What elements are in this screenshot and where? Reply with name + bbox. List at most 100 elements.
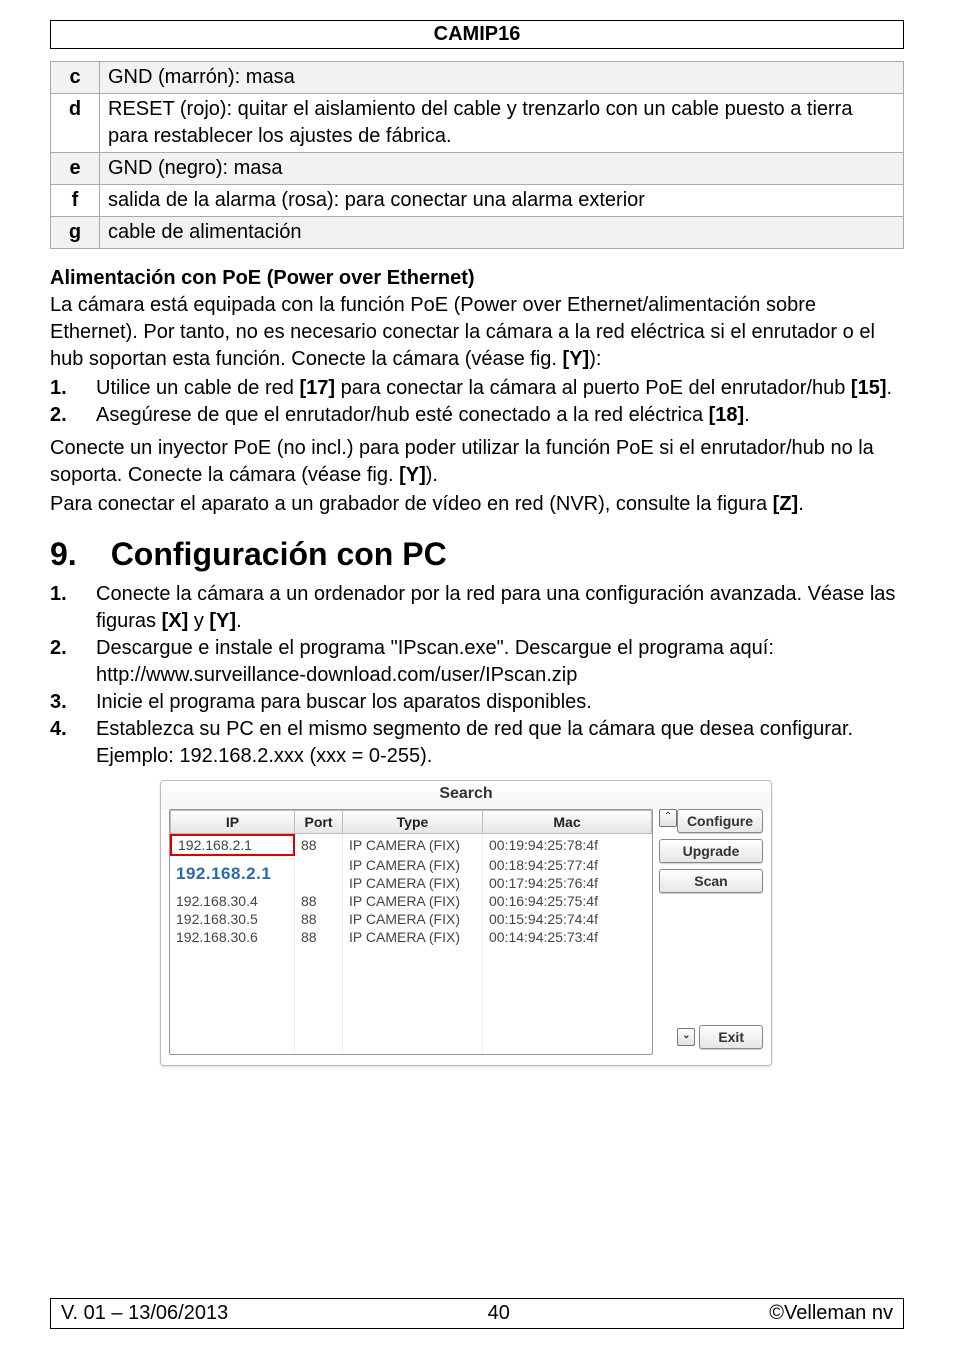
t: y [188,610,209,632]
cell-type: IP CAMERA (FIX) [343,834,483,856]
step-num: 3. [50,689,67,716]
page-footer: V. 01 – 13/06/2013 40 ©Velleman nv [50,1298,904,1329]
row-text: GND (negro): masa [100,153,904,185]
cell-port [295,964,343,982]
cell-ip: 192.168.30.6 [170,928,295,946]
row-text: salida de la alarma (rosa): para conecta… [100,185,904,217]
config-step-1: 1. Conecte la cámara a un ordenador por … [96,581,904,635]
table-row [170,982,652,1000]
cell-type: IP CAMERA (FIX) [343,874,483,892]
col-mac[interactable]: Mac [483,810,652,834]
table-row[interactable]: 192.168.30.588IP CAMERA (FIX)00:15:94:25… [170,910,652,928]
t: Conecte un inyector PoE (no incl.) para … [50,437,874,486]
poe-after2: Para conectar el aparato a un grabador d… [50,491,904,518]
big-ip-cell: 192.168.2.1 [170,856,295,892]
poe-intro-tail: ): [589,348,601,370]
poe-heading: Alimentación con PoE (Power over Etherne… [50,267,904,290]
table-row[interactable]: 192.168.2.1IP CAMERA (FIX)00:18:94:25:77… [170,856,652,874]
cell-port [295,1036,343,1054]
cell-mac [483,964,652,982]
cell-port [295,1018,343,1036]
col-port[interactable]: Port [295,810,343,834]
cell-mac: 00:17:94:25:76:4f [483,874,652,892]
configure-button[interactable]: Configure [677,809,763,833]
row-key: d [51,94,100,153]
table-row[interactable]: 192.168.30.688IP CAMERA (FIX)00:14:94:25… [170,928,652,946]
table-row[interactable]: 192.168.30.488IP CAMERA (FIX)00:16:94:25… [170,892,652,910]
cell-type [343,982,483,1000]
step-num: 1. [50,581,67,608]
cell-type [343,1018,483,1036]
cell-ip [170,1018,295,1036]
cell-ip: 192.168.2.1 [170,834,295,856]
footer-center: 40 [488,1302,510,1325]
cell-port: 88 [295,892,343,910]
doc-header: CAMIP16 [50,20,904,49]
poe-intro-ref: [Y] [563,348,590,370]
t: . [798,493,804,515]
t: . [744,404,750,426]
upgrade-button[interactable]: Upgrade [659,839,763,863]
step-num: 4. [50,716,67,743]
cell-mac [483,946,652,964]
cell-ip: 192.168.30.4 [170,892,295,910]
scan-button[interactable]: Scan [659,869,763,893]
section-num: 9. [50,536,77,573]
cell-mac: 00:16:94:25:75:4f [483,892,652,910]
cell-mac: 00:15:94:25:74:4f [483,910,652,928]
t: Utilice un cable de red [96,377,299,399]
cell-type: IP CAMERA (FIX) [343,928,483,946]
exit-button[interactable]: Exit [699,1025,763,1049]
step-num: 2. [50,402,67,429]
t: para conectar la cámara al puerto PoE de… [335,377,851,399]
cell-ip [170,946,295,964]
table-row [170,1000,652,1018]
cell-mac: 00:18:94:25:77:4f [483,856,652,874]
download-url: http://www.surveillance-download.com/use… [96,664,577,686]
poe-after1: Conecte un inyector PoE (no incl.) para … [50,435,904,489]
t: [15] [851,377,887,399]
table-row: dRESET (rojo): quitar el aislamiento del… [51,94,904,153]
cell-port [295,982,343,1000]
section-title: Configuración con PC [111,536,447,573]
row-text: GND (marrón): masa [100,62,904,94]
poe-intro: La cámara está equipada con la función P… [50,292,904,373]
row-key: c [51,62,100,94]
t: [Z] [773,493,799,515]
cell-port [295,874,343,892]
t: . [886,377,892,399]
t: Inicie el programa para buscar los apara… [96,691,592,713]
cell-mac [483,1018,652,1036]
table-row [170,1036,652,1054]
t: [X] [162,610,189,632]
footer-right: ©Velleman nv [769,1302,893,1325]
t: ). [426,464,438,486]
cell-type: IP CAMERA (FIX) [343,910,483,928]
poe-step-1: 1. Utilice un cable de red [17] para con… [96,375,904,402]
row-key: e [51,153,100,185]
search-window: Search IP Port Type Mac 192.16 [160,780,772,1066]
row-key: f [51,185,100,217]
cell-port [295,856,343,874]
scroll-down-icon[interactable]: ⌄ [677,1028,695,1046]
cell-port: 88 [295,834,343,856]
t: [Y] [399,464,426,486]
row-text: cable de alimentación [100,217,904,249]
scroll-up-icon[interactable]: ⌃ [659,809,677,827]
search-grid: IP Port Type Mac 192.168.2.188IP CAMERA … [170,810,652,1054]
cell-mac [483,982,652,1000]
col-type[interactable]: Type [343,810,483,834]
table-row: eGND (negro): masa [51,153,904,185]
big-ip: 192.168.2.1 [176,864,271,883]
cell-mac [483,1000,652,1018]
row-text: RESET (rojo): quitar el aislamiento del … [100,94,904,153]
t: [17] [299,377,335,399]
cell-type: IP CAMERA (FIX) [343,892,483,910]
cell-type [343,1036,483,1054]
config-step-2: 2. Descargue e instale el programa "IPsc… [96,635,904,689]
row-key: g [51,217,100,249]
cell-port: 88 [295,910,343,928]
table-row: fsalida de la alarma (rosa): para conect… [51,185,904,217]
table-row[interactable]: 192.168.2.188IP CAMERA (FIX)00:19:94:25:… [170,834,652,856]
col-ip[interactable]: IP [170,810,295,834]
